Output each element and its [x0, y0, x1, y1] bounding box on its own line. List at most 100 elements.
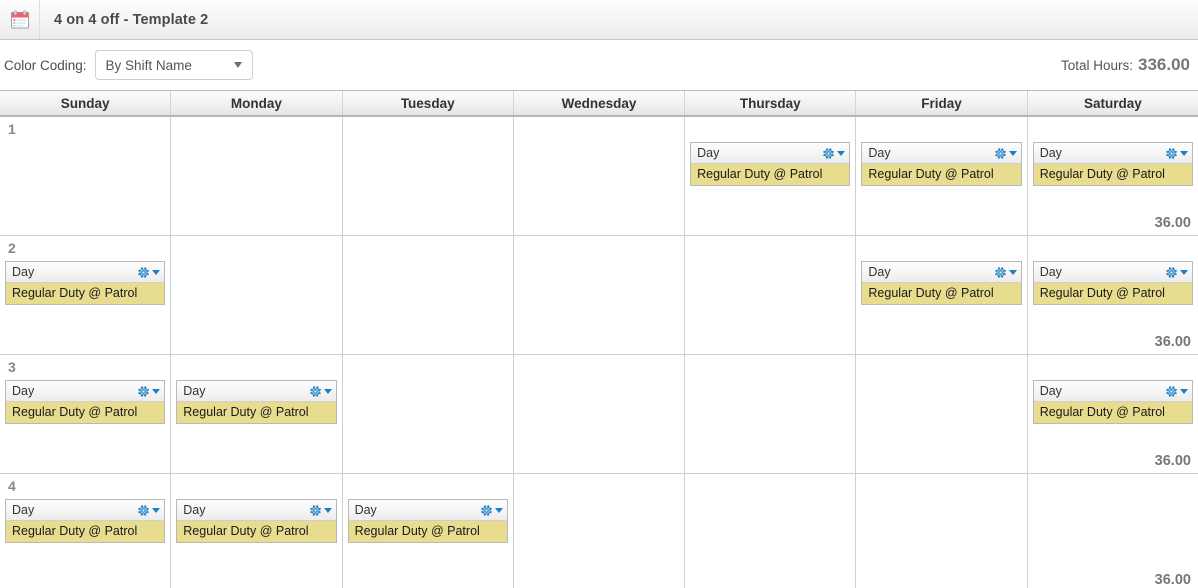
chevron-down-icon: [1179, 269, 1188, 275]
calendar-day-cell[interactable]: 2 Day Regular Duty @ Patrol: [0, 236, 172, 354]
calendar-day-cell[interactable]: [513, 355, 686, 473]
chevron-down-icon: [323, 388, 332, 394]
calendar-day-cell[interactable]: Day Regular Duty @ Patrol: [856, 236, 1028, 354]
calendar-day-cell[interactable]: [171, 117, 343, 235]
day-number-spacer: [348, 478, 508, 497]
shift-name: Day: [868, 146, 891, 160]
shift-menu-button[interactable]: [137, 266, 161, 279]
calendar-day-cell[interactable]: 4 Day Regular Duty @ Patrol: [0, 474, 172, 588]
day-number-spacer: [1033, 240, 1193, 259]
shift-card[interactable]: Day Regular Duty @ Patrol: [690, 142, 851, 186]
calendar-day-cell[interactable]: [856, 474, 1028, 588]
calendar-day-cell[interactable]: Day Regular Duty @ Patrol: [685, 117, 857, 235]
calendar-day-cell[interactable]: [513, 236, 686, 354]
calendar-day-cell[interactable]: [685, 236, 857, 354]
day-number-spacer: [348, 121, 508, 140]
shift-card[interactable]: Day Regular Duty @ Patrol: [5, 261, 166, 305]
schedule-calendar: Sunday Monday Tuesday Wednesday Thursday Frid…: [0, 90, 1198, 588]
shift-card[interactable]: Day Regular Duty @ Patrol: [861, 142, 1022, 186]
shift-card[interactable]: Day Regular Duty @ Patrol: [5, 380, 166, 424]
window-titlebar: 4 on 4 off - Template 2: [0, 0, 1198, 40]
shift-menu-button[interactable]: [1165, 147, 1188, 160]
shift-menu-button[interactable]: [994, 147, 1017, 160]
calendar-day-cell[interactable]: 1: [0, 117, 172, 235]
shift-menu-button[interactable]: [822, 147, 846, 160]
day-number-spacer: [519, 478, 679, 497]
chevron-down-icon: [494, 507, 503, 513]
shift-menu-button[interactable]: [309, 385, 332, 398]
shift-card[interactable]: Day Regular Duty @ Patrol: [176, 380, 337, 424]
shift-name: Day: [183, 384, 206, 398]
shift-menu-button[interactable]: [1165, 385, 1188, 398]
shift-card[interactable]: Day Regular Duty @ Patrol: [347, 499, 508, 543]
calendar-day-cell[interactable]: Day Regular Duty @ Patrol 36.00: [1027, 236, 1198, 354]
gear-icon: [994, 266, 1006, 278]
shift-card[interactable]: Day Regular Duty @ Patrol: [861, 261, 1022, 305]
day-number-spacer: [348, 240, 508, 259]
day-number-spacer: [519, 240, 679, 259]
calendar-day-cell[interactable]: Day Regular Duty @ Patrol: [856, 117, 1028, 235]
calendar-day-cell[interactable]: Day Regular Duty @ Patrol: [171, 355, 343, 473]
day-header-monday: Monday: [171, 91, 343, 115]
shift-menu-button[interactable]: [994, 266, 1017, 279]
day-number: 3: [8, 359, 16, 375]
day-number-spacer: [1033, 359, 1193, 378]
day-number-spacer: [861, 478, 1021, 497]
shift-card[interactable]: Day Regular Duty @ Patrol: [1032, 261, 1193, 305]
calendar-day-cell[interactable]: [685, 355, 857, 473]
day-header-tuesday: Tuesday: [343, 91, 514, 115]
calendar-day-cell[interactable]: [342, 236, 514, 354]
titlebar-icon-cell: [0, 0, 40, 39]
calendar-day-cell[interactable]: [342, 355, 514, 473]
day-number-spacer: [1033, 478, 1193, 497]
shift-name: Day: [697, 146, 720, 160]
shift-card[interactable]: Day Regular Duty @ Patrol: [5, 499, 166, 543]
day-number-spacer: [176, 478, 336, 497]
shift-card[interactable]: Day Regular Duty @ Patrol: [1032, 142, 1193, 186]
shift-name: Day: [354, 503, 377, 517]
day-number-spacer: [690, 240, 850, 259]
shift-card[interactable]: Day Regular Duty @ Patrol: [176, 499, 337, 543]
shift-card-header: Day: [691, 143, 850, 164]
shift-menu-button[interactable]: [137, 504, 161, 517]
calendar-week-row: 2 Day Regular Duty @ Patrol Day Regular Dut…: [0, 236, 1198, 355]
calendar-day-cell[interactable]: [513, 474, 686, 588]
chevron-down-icon: [1179, 388, 1188, 394]
calendar-day-cell[interactable]: 3 Day Regular Duty @ Patrol: [0, 355, 172, 473]
shift-card-header: Day: [1033, 381, 1192, 402]
total-hours-label: Total Hours:: [1060, 58, 1133, 73]
calendar-day-cell[interactable]: [171, 236, 343, 354]
shift-card-header: Day: [177, 500, 336, 521]
shift-name: Day: [12, 503, 35, 517]
day-number-spacer: [861, 240, 1021, 259]
day-number-spacer: [176, 121, 336, 140]
gear-icon: [1166, 147, 1177, 159]
shift-card-header: Day: [1033, 143, 1192, 164]
calendar-day-cell[interactable]: 36.00: [1027, 474, 1198, 588]
gear-icon: [138, 504, 150, 516]
day-number-spacer: [690, 121, 850, 140]
calendar-day-cell[interactable]: [685, 474, 857, 588]
gear-icon: [994, 147, 1006, 159]
calendar-day-cell[interactable]: Day Regular Duty @ Patrol 36.00: [1027, 117, 1198, 235]
day-number-spacer: [348, 359, 508, 378]
shift-name: Day: [1039, 384, 1062, 398]
calendar-day-cell[interactable]: Day Regular Duty @ Patrol: [342, 474, 514, 588]
day-number: 1: [8, 121, 16, 137]
calendar-day-cell[interactable]: [513, 117, 686, 235]
gear-icon: [138, 266, 150, 278]
shift-menu-button[interactable]: [480, 504, 503, 517]
calendar-day-cell[interactable]: Day Regular Duty @ Patrol 36.00: [1027, 355, 1198, 473]
calendar-day-cell[interactable]: Day Regular Duty @ Patrol: [171, 474, 343, 588]
shift-menu-button[interactable]: [137, 385, 161, 398]
chevron-down-icon: [152, 507, 161, 513]
calendar-day-cell[interactable]: [856, 355, 1028, 473]
color-coding-select[interactable]: By Shift Name: [94, 50, 253, 80]
shift-card-header: Day: [6, 262, 165, 283]
page-title: 4 on 4 off - Template 2: [54, 11, 209, 28]
shift-menu-button[interactable]: [1165, 266, 1188, 279]
shift-card[interactable]: Day Regular Duty @ Patrol: [1032, 380, 1193, 424]
calendar-day-cell[interactable]: [342, 117, 514, 235]
shift-menu-button[interactable]: [309, 504, 332, 517]
shift-name: Day: [12, 265, 35, 279]
